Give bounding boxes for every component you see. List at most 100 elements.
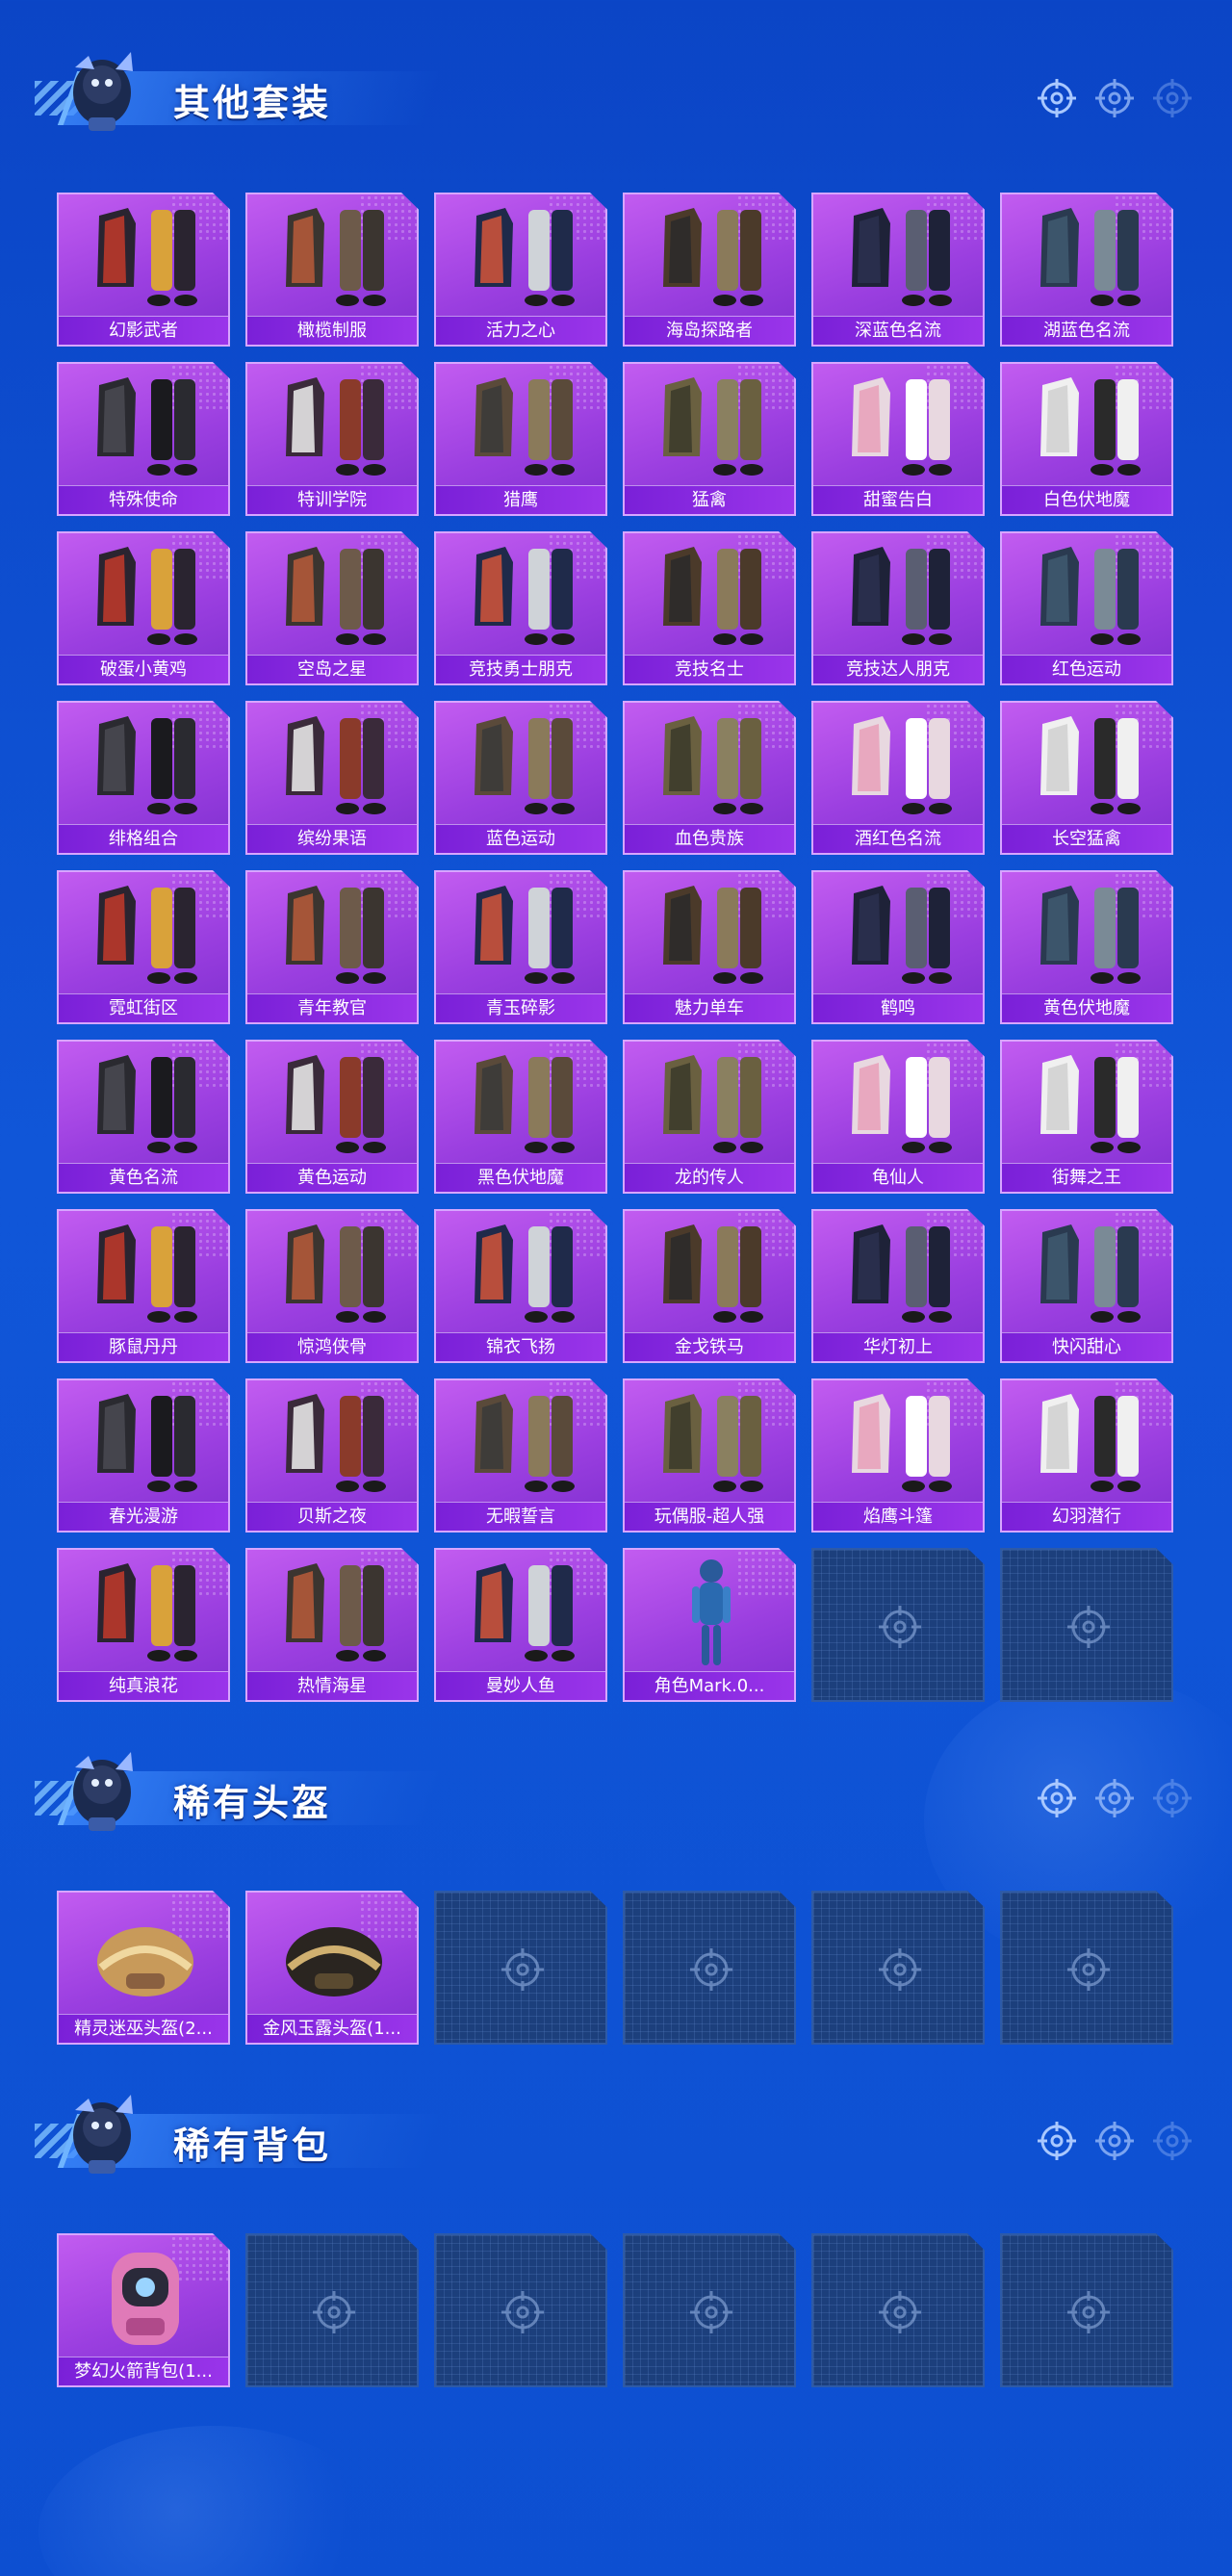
item-label: 金风玉露头盔(1... (247, 2014, 417, 2043)
item-card[interactable]: 深蓝色名流 (811, 193, 985, 347)
item-label: 湖蓝色名流 (1002, 316, 1171, 345)
outfit-icon (436, 872, 607, 995)
item-card[interactable]: 特殊使命 (57, 362, 230, 516)
item-card[interactable]: 纯真浪花 (57, 1548, 230, 1702)
item-card[interactable]: 青年教官 (245, 870, 419, 1024)
section-other-outfits: 其他套装 幻影武者 橄榄制服 活力之心 海岛探路者 深蓝色名流 湖蓝色名流 特殊… (0, 42, 1232, 1717)
outfit-icon (1002, 872, 1173, 995)
item-card[interactable]: 豚鼠丹丹 (57, 1209, 230, 1363)
empty-item-slot[interactable] (1000, 2233, 1173, 2387)
item-card[interactable]: 龟仙人 (811, 1040, 985, 1194)
item-label: 黄色运动 (247, 1163, 417, 1192)
outfit-icon (436, 364, 607, 487)
empty-slot-icon (501, 1948, 544, 1991)
item-card[interactable]: 湖蓝色名流 (1000, 193, 1173, 347)
item-card[interactable]: 快闪甜心 (1000, 1209, 1173, 1363)
item-card[interactable]: 春光漫游 (57, 1378, 230, 1533)
item-label: 鹤鸣 (813, 993, 983, 1022)
item-card[interactable]: 幻影武者 (57, 193, 230, 347)
item-card[interactable]: 蓝色运动 (434, 701, 607, 855)
item-card[interactable]: 绯格组合 (57, 701, 230, 855)
section-title: 稀有背包 (173, 2125, 332, 2167)
item-card[interactable]: 精灵迷巫头盔(2... (57, 1891, 230, 2045)
item-card[interactable]: 长空猛禽 (1000, 701, 1173, 855)
item-card[interactable]: 鹤鸣 (811, 870, 985, 1024)
item-card[interactable]: 曼妙人鱼 (434, 1548, 607, 1702)
item-card[interactable]: 华灯初上 (811, 1209, 985, 1363)
item-label: 活力之心 (436, 316, 605, 345)
item-card[interactable]: 金风玉露头盔(1... (245, 1891, 419, 2045)
item-card[interactable]: 甜蜜告白 (811, 362, 985, 516)
item-card[interactable]: 活力之心 (434, 193, 607, 347)
item-card[interactable]: 白色伏地魔 (1000, 362, 1173, 516)
item-label: 玩偶服-超人强 (625, 1502, 794, 1531)
section-crosshair-deco (1036, 77, 1194, 119)
item-label: 黄色伏地魔 (1002, 993, 1171, 1022)
empty-item-slot[interactable] (811, 1548, 985, 1702)
empty-item-slot[interactable] (245, 2233, 419, 2387)
item-card[interactable]: 橄榄制服 (245, 193, 419, 347)
item-card[interactable]: 竞技勇士朋克 (434, 531, 607, 685)
empty-item-slot[interactable] (623, 1891, 796, 2045)
item-card[interactable]: 焰鹰斗篷 (811, 1378, 985, 1533)
empty-item-slot[interactable] (1000, 1891, 1173, 2045)
item-card[interactable]: 锦衣飞扬 (434, 1209, 607, 1363)
outfit-icon (813, 194, 985, 318)
item-card[interactable]: 无暇誓言 (434, 1378, 607, 1533)
item-card[interactable]: 魅力单车 (623, 870, 796, 1024)
item-card[interactable]: 空岛之星 (245, 531, 419, 685)
item-card[interactable]: 酒红色名流 (811, 701, 985, 855)
item-card[interactable]: 海岛探路者 (623, 193, 796, 347)
item-card[interactable]: 破蛋小黄鸡 (57, 531, 230, 685)
outfit-icon (59, 533, 230, 657)
empty-item-slot[interactable] (434, 2233, 607, 2387)
item-card[interactable]: 竞技达人朋克 (811, 531, 985, 685)
empty-item-slot[interactable] (811, 1891, 985, 2045)
outfit-icon (1002, 533, 1173, 657)
item-card[interactable]: 猎鹰 (434, 362, 607, 516)
item-label: 贝斯之夜 (247, 1502, 417, 1531)
item-label: 梦幻火箭背包(1... (59, 2357, 228, 2385)
item-label: 角色Mark.0... (625, 1671, 794, 1700)
item-card[interactable]: 街舞之王 (1000, 1040, 1173, 1194)
section-rare-helmets: 稀有头盔 精灵迷巫头盔(2... 金风玉露头盔(1... (0, 1742, 1232, 2050)
item-card[interactable]: 角色Mark.0... (623, 1548, 796, 1702)
item-card[interactable]: 热情海星 (245, 1548, 419, 1702)
item-card[interactable]: 红色运动 (1000, 531, 1173, 685)
item-card[interactable]: 霓虹街区 (57, 870, 230, 1024)
outfit-icon (59, 703, 230, 826)
item-card[interactable]: 幻羽潜行 (1000, 1378, 1173, 1533)
item-card[interactable]: 猛禽 (623, 362, 796, 516)
outfit-icon (1002, 1380, 1173, 1504)
item-label: 华灯初上 (813, 1332, 983, 1361)
item-card[interactable]: 黄色运动 (245, 1040, 419, 1194)
item-label: 空岛之星 (247, 655, 417, 683)
empty-item-slot[interactable] (811, 2233, 985, 2387)
item-card[interactable]: 梦幻火箭背包(1... (57, 2233, 230, 2387)
item-grid: 梦幻火箭背包(1... (57, 2233, 1173, 2387)
empty-item-slot[interactable] (623, 2233, 796, 2387)
outfit-icon (1002, 1042, 1173, 1165)
item-card[interactable]: 青玉碎影 (434, 870, 607, 1024)
item-card[interactable]: 黄色伏地魔 (1000, 870, 1173, 1024)
item-card[interactable]: 金戈铁马 (623, 1209, 796, 1363)
item-label: 特训学院 (247, 485, 417, 514)
item-card[interactable]: 血色贵族 (623, 701, 796, 855)
item-card[interactable]: 龙的传人 (623, 1040, 796, 1194)
outfit-icon (247, 194, 419, 318)
item-card[interactable]: 玩偶服-超人强 (623, 1378, 796, 1533)
item-card[interactable]: 惊鸿侠骨 (245, 1209, 419, 1363)
item-card[interactable]: 竞技名士 (623, 531, 796, 685)
item-card[interactable]: 黑色伏地魔 (434, 1040, 607, 1194)
item-card[interactable]: 贝斯之夜 (245, 1378, 419, 1533)
outfit-icon (59, 872, 230, 995)
outfit-icon (813, 872, 985, 995)
item-label: 破蛋小黄鸡 (59, 655, 228, 683)
empty-item-slot[interactable] (1000, 1548, 1173, 1702)
item-card[interactable]: 缤纷果语 (245, 701, 419, 855)
backpack-icon (59, 2235, 230, 2358)
section-header: 稀有背包 (29, 2085, 444, 2181)
empty-item-slot[interactable] (434, 1891, 607, 2045)
item-card[interactable]: 黄色名流 (57, 1040, 230, 1194)
item-card[interactable]: 特训学院 (245, 362, 419, 516)
